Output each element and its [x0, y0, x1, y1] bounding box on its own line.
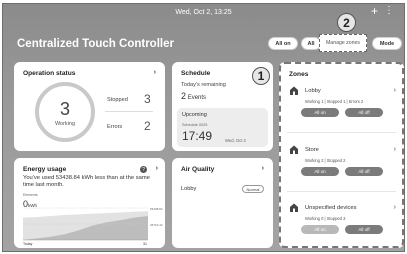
working-count: 3	[59, 99, 70, 119]
zone-name: Store	[305, 147, 319, 153]
add-icon[interactable]: +	[371, 5, 378, 17]
zone-all-off-button[interactable]: All off	[345, 225, 383, 234]
y-tick-top: 53438.84	[150, 207, 163, 211]
energy-chart: 53438.84 26719.42 Today 31	[23, 207, 163, 246]
upcoming-panel[interactable]: Upcoming Schedule 0025 17:49 Wed, Oct 2	[177, 108, 268, 147]
energy-usage-card[interactable]: Energy usage ? › You've used 53438.84 kW…	[14, 158, 165, 248]
y-tick-mid: 26719.42	[150, 223, 163, 227]
more-options-icon[interactable]: ⋮	[384, 6, 394, 16]
home-icon	[290, 86, 298, 95]
air-quality-card[interactable]: Air Quality › Lobby Normal	[172, 158, 273, 248]
status-datetime: Wed, Oct 2, 13:25	[175, 8, 232, 16]
divider	[105, 111, 153, 112]
zone-all-off-button[interactable]: All off	[345, 167, 383, 176]
help-icon[interactable]: ?	[140, 166, 147, 173]
upcoming-label: Upcoming	[182, 112, 207, 118]
all-off-button[interactable]: All	[301, 37, 321, 50]
events-count: 2	[181, 91, 187, 101]
zone-stats: Working 0 | Stopped 3	[305, 216, 346, 221]
operation-status-title: Operation status	[23, 70, 76, 77]
callout-badge-1: 1	[252, 67, 270, 85]
chevron-right-icon[interactable]: ›	[154, 69, 156, 76]
energy-title: Energy usage	[23, 166, 67, 173]
x-tick-end: 31	[143, 242, 147, 246]
air-quality-location: Lobby	[181, 186, 197, 192]
chevron-right-icon[interactable]: ›	[394, 87, 396, 94]
schedule-remaining-label: Today's remaining	[181, 82, 226, 88]
chevron-right-icon[interactable]: ›	[394, 204, 396, 211]
x-tick-start: Today	[23, 242, 33, 246]
stopped-label: Stopped	[107, 97, 128, 103]
screen: Wed, Oct 2, 13:25 + ⋮ Centralized Touch …	[2, 3, 405, 252]
energy-legend: Elements	[23, 193, 38, 197]
zone-all-off-button[interactable]: All off	[345, 108, 383, 117]
chevron-right-icon[interactable]: ›	[156, 165, 158, 172]
zone-all-on-button[interactable]: All on	[301, 167, 339, 176]
working-ring: 3 Working	[35, 82, 95, 142]
zones-card: Zones Lobby › Working 1 | Stopped 1 | Er…	[279, 62, 404, 248]
chevron-right-icon[interactable]: ›	[394, 146, 396, 153]
manage-zones-button[interactable]: Manage zones	[319, 34, 367, 52]
zone-stats: Working 2 | Stopped 2	[305, 158, 346, 163]
schedule-title: Schedule	[181, 70, 211, 77]
schedule-name: Schedule 0025	[182, 123, 208, 127]
zone-all-on-button[interactable]: All on	[301, 108, 339, 117]
page-title: Centralized Touch Controller	[17, 38, 174, 50]
events-label: Events	[187, 95, 207, 101]
stopped-count: 3	[144, 92, 151, 106]
zone-name: Lobby	[305, 88, 321, 94]
energy-message: You've used 53438.84 kWh less than at th…	[23, 175, 150, 189]
air-quality-status-badge: Normal	[242, 185, 264, 193]
zone-all-on-button[interactable]: All on	[301, 225, 339, 234]
air-quality-title: Air Quality	[181, 166, 215, 173]
chevron-right-icon[interactable]: ›	[262, 165, 264, 172]
zones-title: Zones	[289, 71, 309, 78]
zone-stats: Working 1 | Stopped 1 | Errors 2	[305, 99, 364, 104]
schedule-events: 2 Events	[181, 91, 206, 101]
all-on-button[interactable]: All on	[268, 37, 298, 50]
errors-count: 2	[144, 119, 151, 133]
divider	[287, 132, 396, 133]
zone-name: Unspecified devices	[305, 205, 357, 211]
schedule-time: 17:49	[182, 129, 213, 143]
home-icon	[290, 145, 298, 154]
errors-label: Errors	[107, 124, 123, 130]
mode-button[interactable]: Mode	[372, 37, 402, 50]
operation-status-card[interactable]: Operation status › 3 Working Stopped 3 E…	[14, 62, 165, 151]
schedule-date: Wed, Oct 2	[225, 138, 246, 143]
home-icon	[290, 203, 298, 212]
working-label: Working	[54, 121, 76, 127]
divider	[287, 191, 396, 192]
callout-badge-2: 2	[337, 13, 356, 32]
